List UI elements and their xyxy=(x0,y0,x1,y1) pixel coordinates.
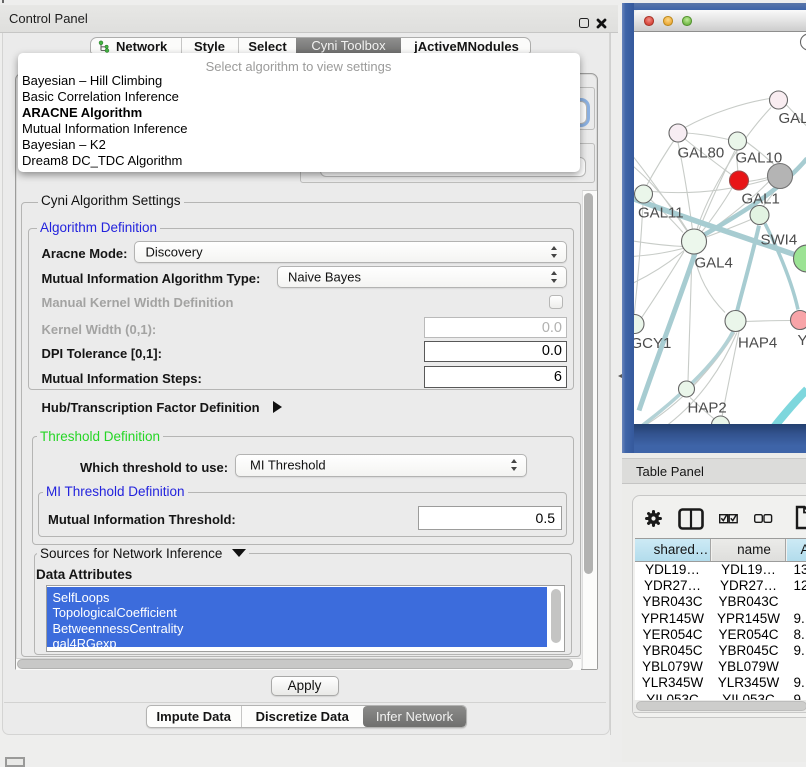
svg-text:Y: Y xyxy=(798,331,806,348)
svg-text:GAL80: GAL80 xyxy=(678,144,725,161)
svg-text:GAL10: GAL10 xyxy=(736,149,783,166)
svg-text:HAP2: HAP2 xyxy=(688,399,727,416)
svg-text:GAL8: GAL8 xyxy=(779,109,806,126)
svg-text:GCY1: GCY1 xyxy=(634,334,671,351)
svg-text:GAL4: GAL4 xyxy=(695,254,733,271)
svg-text:GAL11: GAL11 xyxy=(638,204,684,221)
svg-text:SWI4: SWI4 xyxy=(761,231,798,248)
svg-text:HAP4: HAP4 xyxy=(738,334,777,351)
svg-text:GAL1: GAL1 xyxy=(742,190,780,207)
